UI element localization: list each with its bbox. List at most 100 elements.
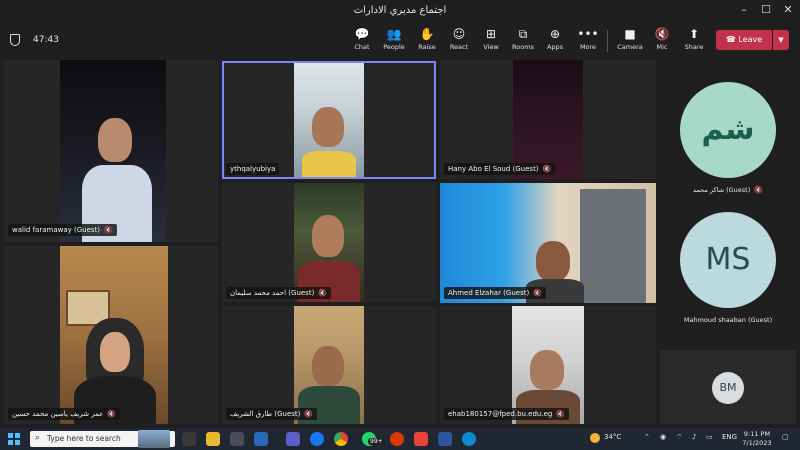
- task-view-icon[interactable]: [182, 432, 196, 446]
- whatsapp-badge: 99+: [368, 438, 385, 445]
- audio-participant-tile[interactable]: BM: [660, 350, 796, 424]
- chat-icon: 💬: [354, 27, 370, 41]
- notification-icon[interactable]: ▢: [782, 433, 789, 441]
- participant-video: [294, 183, 364, 302]
- participant-video: [294, 63, 364, 177]
- toolbar-divider: [607, 30, 608, 52]
- facebook-icon[interactable]: [310, 432, 324, 446]
- share-button[interactable]: ⬆ Share: [677, 26, 711, 51]
- participant-name-label: Mahmoud shaaban (Guest): [683, 316, 773, 324]
- participant-face: [536, 241, 570, 281]
- react-icon: ☺: [452, 27, 466, 41]
- people-icon: 👥: [386, 27, 402, 41]
- participant-tile[interactable]: walid faramaway (Guest) 🔇: [4, 60, 218, 242]
- phone-hangup-icon: ☎: [725, 35, 739, 44]
- mic-muted-icon: 🔇: [318, 289, 328, 297]
- raise-button[interactable]: ✋ Raise: [410, 26, 444, 51]
- participant-video: [440, 183, 656, 303]
- participant-name-label: ythqalyubiya: [226, 163, 280, 175]
- participant-avatar: شم: [680, 82, 776, 178]
- mic-button[interactable]: 🔇 Mic: [645, 26, 679, 51]
- participant-shirt: [302, 151, 356, 177]
- mic-muted-icon: 🔇: [304, 410, 314, 418]
- wifi-icon[interactable]: ⌔: [676, 433, 683, 442]
- store-icon[interactable]: [230, 432, 244, 446]
- chat-button[interactable]: 💬 Chat: [345, 26, 379, 51]
- participant-name-label: Hany Abo El Soud (Guest) 🔇: [444, 163, 556, 175]
- participant-avatar: MS: [680, 212, 776, 308]
- camera-button[interactable]: ■ Camera: [613, 26, 647, 51]
- windows-start-icon[interactable]: [8, 433, 20, 445]
- title-bar: اجتماع مديري الادارات – ☐ ✕: [0, 0, 800, 22]
- mic-muted-icon: 🔇: [754, 186, 763, 194]
- rooms-icon: ⧉: [518, 27, 528, 41]
- participant-avatar: BM: [712, 372, 744, 404]
- participant-name-label: احمد محمد سليمان (Guest) 🔇: [226, 287, 332, 299]
- apps-icon: ⊕: [549, 27, 561, 41]
- participant-video: [60, 60, 166, 242]
- participant-face: [312, 107, 344, 147]
- audio-participant-tile[interactable]: شم شاكر محمد (Guest) 🔇: [660, 60, 796, 200]
- react-button[interactable]: ☺ React: [442, 26, 476, 51]
- chevron-down-icon: ▼: [778, 36, 784, 44]
- search-highlight-image-icon: [138, 430, 170, 448]
- participant-video: [294, 306, 364, 424]
- participant-video: [60, 246, 168, 424]
- apps-button[interactable]: ⊕ Apps: [538, 26, 572, 51]
- participant-tile[interactable]: عمر شريف ياسين محمد حسين 🔇: [4, 246, 218, 424]
- participant-name-label: walid faramaway (Guest) 🔇: [8, 224, 117, 236]
- participant-face: [312, 215, 344, 257]
- participant-face: [530, 350, 564, 390]
- mic-muted-icon: 🔇: [533, 289, 542, 297]
- share-icon: ⬆: [688, 27, 700, 41]
- mail-icon[interactable]: [254, 432, 268, 446]
- media-icon[interactable]: [414, 432, 428, 446]
- audio-participant-tile[interactable]: MS Mahmoud shaaban (Guest): [660, 204, 796, 344]
- leave-options-dropdown[interactable]: ▼: [773, 30, 789, 50]
- taskbar-clock[interactable]: 9:11 PM 7/1/2023: [740, 430, 774, 448]
- leave-button[interactable]: ☎ Leave: [716, 30, 772, 50]
- window-title: اجتماع مديري الادارات: [353, 5, 447, 16]
- mic-muted-icon: 🔇: [654, 27, 670, 41]
- more-button[interactable]: ••• More: [571, 26, 605, 51]
- shield-icon: [10, 34, 20, 46]
- teams-icon[interactable]: [286, 432, 300, 446]
- participant-name-label: ehab180157@fped.bu.edu.eg 🔇: [444, 408, 570, 420]
- participant-tile[interactable]: Hany Abo El Soud (Guest) 🔇: [440, 60, 656, 179]
- background-door: [580, 189, 646, 303]
- participant-tile-active-speaker[interactable]: ythqalyubiya: [222, 61, 436, 179]
- participant-video: [512, 306, 584, 424]
- edge-icon[interactable]: [462, 432, 476, 446]
- word-icon[interactable]: [438, 432, 452, 446]
- file-explorer-icon[interactable]: [206, 432, 220, 446]
- meeting-toolbar: 47:43 💬 Chat 👥 People ✋ Raise ☺ React ⊞ View …: [0, 22, 800, 58]
- mic-muted-icon: 🔇: [107, 410, 117, 418]
- network-icon[interactable]: ◉: [660, 433, 666, 441]
- participant-name-label: عمر شريف ياسين محمد حسين 🔇: [8, 408, 121, 420]
- participant-name-label: شاكر محمد (Guest) 🔇: [693, 186, 763, 194]
- participant-tile[interactable]: طارق الشريف (Guest) 🔇: [222, 306, 436, 424]
- language-indicator[interactable]: ENG: [722, 433, 737, 441]
- people-button[interactable]: 👥 People: [377, 26, 411, 51]
- maximize-button[interactable]: ☐: [754, 3, 778, 16]
- tray-overflow-icon[interactable]: ⌃: [644, 433, 650, 441]
- participant-face: [98, 118, 132, 162]
- view-button[interactable]: ⊞ View: [474, 26, 508, 51]
- search-icon: ⌕: [35, 433, 41, 443]
- mic-muted-icon: 🔇: [556, 410, 566, 418]
- mic-muted-icon: 🔇: [104, 226, 113, 234]
- chrome-icon[interactable]: [334, 432, 348, 446]
- weather-temperature: 34°C: [604, 433, 622, 441]
- rooms-button[interactable]: ⧉ Rooms: [506, 26, 540, 51]
- participant-tile[interactable]: احمد محمد سليمان (Guest) 🔇: [222, 183, 436, 302]
- minimize-button[interactable]: –: [732, 3, 756, 16]
- camera-off-icon: ■: [624, 27, 636, 41]
- participant-tile[interactable]: Ahmed Elzahar (Guest) 🔇: [440, 183, 656, 303]
- participant-tile[interactable]: ehab180157@fped.bu.edu.eg 🔇: [440, 306, 656, 424]
- close-button[interactable]: ✕: [776, 3, 800, 16]
- windows-taskbar: ⌕ Type here to search 99+ 34°C ⌃ ◉ ⌔ ♪ ▭…: [0, 428, 800, 450]
- battery-icon[interactable]: ▭: [706, 433, 713, 441]
- volume-icon[interactable]: ♪: [692, 433, 696, 441]
- mic-muted-icon: 🔇: [542, 165, 552, 173]
- record-icon[interactable]: [390, 432, 404, 446]
